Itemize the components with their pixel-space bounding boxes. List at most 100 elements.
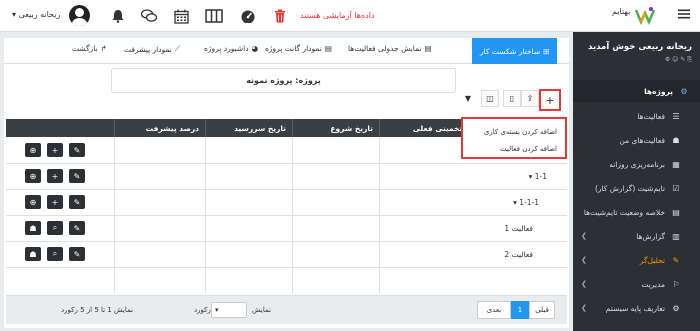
column-header-progress[interactable]: درصد پیشرفت (114, 119, 205, 137)
row-name[interactable]: ▾ 1-1-1 (513, 198, 539, 207)
grid-divider (292, 137, 293, 293)
edit-button[interactable]: ✎ (69, 143, 85, 157)
sidebar-item-timesheet-summary[interactable]: خلاصه وضعیت تایم‌شیت‌ها ▤ (573, 201, 700, 223)
main-content: ساختار شکست کار ⊞ نمایش جدولی فعالیت‌ها … (4, 38, 569, 328)
sidebar-item-my-activities[interactable]: فعالیت‌های من ☗ (573, 129, 700, 151)
trial-data-notice: داده‌ها آزمایشی هستند (300, 11, 375, 20)
page-1-button[interactable]: 1 (511, 301, 529, 319)
filter-icon: ▼ (464, 94, 472, 103)
edit-button[interactable]: ✎ (69, 247, 85, 261)
assign-user-button[interactable]: ☗ (25, 221, 41, 235)
calendar-icon[interactable] (170, 5, 192, 27)
tab-activity-table[interactable]: نمایش جدولی فعالیت‌ها ▤ (348, 44, 432, 53)
tab-progress-chart[interactable]: نمودار پیشرفت ⟋ (124, 44, 180, 54)
add-child-button[interactable]: ⊕ (25, 195, 41, 209)
sidebar-item-activities[interactable]: فعالیت‌ها ☰ (573, 105, 700, 127)
analyzer-icon: ✎ (672, 255, 680, 265)
table-icon: ▤ (424, 44, 432, 53)
edit-button[interactable]: ✎ (69, 195, 85, 209)
sidebar-item-management[interactable]: ❮ مدیریت ⚐ (573, 273, 700, 295)
table-row[interactable]: ⊕ + ✎ ▾ 1-1 (6, 163, 567, 190)
edit-icon: ✎ (73, 197, 81, 207)
attach-button[interactable]: ⌕ (47, 221, 63, 235)
project-title: پروژه: پروژه نمونه (111, 68, 456, 93)
sidebar-item-reports[interactable]: ❮ گزارش‌ها ▥ (573, 225, 700, 247)
sidebar: ریحانه ربیعی خوش آمدید ⚙ ☺ ✎ ⎘ پروژه‌ها … (573, 32, 700, 331)
settings-icon: ⚙ (672, 303, 680, 313)
plus-icon: + (51, 197, 59, 207)
add-button[interactable]: + (47, 143, 63, 157)
edit-button[interactable]: ✎ (69, 169, 85, 183)
columns-icon[interactable] (203, 5, 225, 27)
table-row[interactable]: ☗ ⌕ ✎ فعالیت 1 (6, 215, 567, 242)
avatar[interactable] (69, 5, 90, 26)
line-chart-icon: ⟋ (174, 44, 181, 53)
next-page-button[interactable]: بعدی (477, 301, 511, 319)
table-row[interactable]: ☗ ⌕ ✎ فعالیت 2 (6, 241, 567, 268)
plus-circle-icon: ⊕ (29, 145, 37, 155)
table-row[interactable]: ⊕ + ✎ ▾ 1-1-1 (6, 189, 567, 216)
back-arrow-icon: ↱ (100, 44, 107, 53)
chevron-left-icon: ❮ (581, 280, 587, 288)
filter-button[interactable]: ▼ (459, 90, 477, 107)
file-icon: ▯ (509, 94, 515, 103)
plus-icon: + (545, 93, 555, 107)
hamburger-menu-icon[interactable] (678, 9, 690, 21)
chat-icon[interactable] (138, 5, 160, 27)
columns-button[interactable]: ◫ (481, 90, 499, 107)
brand-name: بهتایم (612, 7, 631, 16)
dashboard-gauge-icon[interactable] (237, 5, 259, 27)
plus-circle-icon: ⊕ (29, 171, 37, 181)
tab-wbs[interactable]: ساختار شکست کار ⊞ (472, 38, 558, 64)
trash-icon[interactable] (269, 5, 291, 27)
sidebar-item-timesheet[interactable]: تایم‌شیت (گزارش کار) ☑ (573, 177, 700, 199)
user-name[interactable]: ▾ ریحانه ربیعی (12, 10, 60, 19)
row-name[interactable]: ▾ 1-1 (529, 172, 547, 181)
sidebar-item-daily-planning[interactable]: برنامه‌ریزی روزانه ▦ (573, 153, 700, 175)
chevron-left-icon: ❮ (581, 304, 587, 312)
records-label: رکورد (194, 306, 211, 314)
table-row[interactable]: ⊕ + ✎ (6, 137, 567, 164)
prev-page-button[interactable]: قبلی (529, 301, 555, 319)
grid-divider (205, 137, 206, 293)
export-button[interactable]: ▯ (503, 90, 521, 107)
tab-gantt[interactable]: نمودار گانت پروژه ▤ (265, 44, 332, 53)
add-button[interactable]: + (47, 195, 63, 209)
add-child-button[interactable]: ⊕ (25, 169, 41, 183)
list-icon: ☰ (672, 111, 680, 121)
attach-button[interactable]: ⌕ (47, 247, 63, 261)
add-button[interactable]: + (539, 89, 561, 111)
add-button[interactable]: + (47, 169, 63, 183)
edit-button[interactable]: ✎ (69, 221, 85, 235)
sidebar-item-analyzer[interactable]: ❮ تحلیل‌گر ✎ (573, 249, 700, 271)
pie-chart-icon: ◕ (251, 44, 259, 53)
column-header-start-date[interactable]: تاریخ شروع (292, 119, 379, 137)
plus-icon: + (51, 145, 59, 155)
user-plus-icon: ☗ (29, 249, 37, 259)
sidebar-item-projects[interactable]: پروژه‌ها ⚙ (573, 80, 700, 102)
user-tasks-icon: ☗ (672, 135, 680, 145)
back-button[interactable]: بازگشت ↱ (72, 44, 107, 53)
brand-logo-icon[interactable] (634, 5, 656, 27)
show-label: نمایش (252, 306, 272, 314)
admin-icon: ⚐ (672, 279, 680, 289)
reports-icon: ▥ (672, 231, 680, 241)
tab-dashboard[interactable]: داشبورد پروژه ◕ (204, 44, 258, 53)
sidebar-item-base-definitions[interactable]: ❮ تعاریف پایه سیستم ⚙ (573, 297, 700, 319)
paperclip-icon: ⌕ (52, 249, 58, 258)
add-child-button[interactable]: ⊕ (25, 143, 41, 157)
grid-divider (114, 137, 115, 293)
upload-button[interactable]: ⇪ (521, 90, 539, 107)
assign-user-button[interactable]: ☗ (25, 247, 41, 261)
page-size-select[interactable]: ▾ (211, 302, 247, 318)
chevron-left-icon: ❮ (581, 256, 587, 264)
add-work-package-option[interactable]: اضافه کردن بسته‌ی کاری (484, 128, 557, 136)
column-header-due-date[interactable]: تاریخ سررسید (205, 119, 292, 137)
columns-icon: ◫ (486, 94, 494, 103)
projects-icon: ⚙ (680, 86, 688, 96)
edit-icon: ✎ (73, 249, 81, 259)
view-tabs: ساختار شکست کار ⊞ نمایش جدولی فعالیت‌ها … (4, 38, 569, 64)
top-bar: ▾ ریحانه ربیعی داده‌ها آزمایشی هستند بهت… (0, 0, 700, 32)
notifications-bell-icon[interactable] (107, 5, 129, 27)
profile-shortcuts[interactable]: ⚙ ☺ ✎ ⎘ (665, 56, 692, 64)
